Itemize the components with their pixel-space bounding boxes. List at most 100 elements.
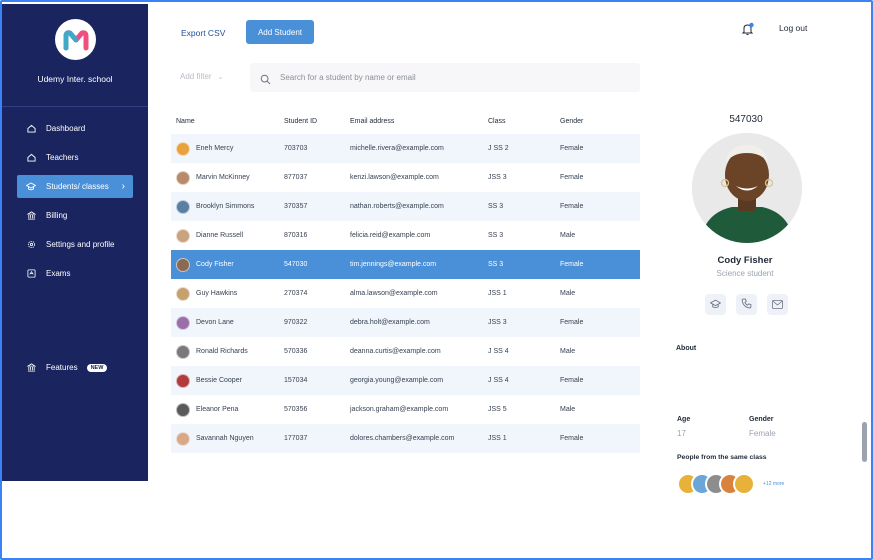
student-email-cell: felicia.reid@example.com: [350, 232, 431, 239]
student-class-cell: J SS 4: [488, 377, 509, 384]
student-id-cell: 177037: [284, 435, 308, 442]
sidebar-item-label: Billing: [46, 211, 68, 220]
student-name: Marvin McKinney: [196, 174, 250, 181]
avatar: [176, 141, 190, 156]
student-name-cell: Dianne Russell: [171, 228, 284, 243]
student-name: Devon Lane: [196, 319, 234, 326]
phone-icon: [741, 296, 752, 314]
profile-call-button[interactable]: [736, 294, 757, 315]
student-class-cell: JSS 5: [488, 406, 507, 413]
student-email-cell: nathan.roberts@example.com: [350, 203, 444, 210]
student-id-cell: 870316: [284, 232, 308, 239]
logout-button[interactable]: Log out: [779, 23, 807, 33]
student-gender-cell: Male: [560, 232, 576, 239]
sidebar-divider: [2, 106, 148, 107]
profile-name: Cody Fisher: [717, 255, 773, 266]
bank-icon: [26, 211, 36, 221]
student-email-cell: deanna.curtis@example.com: [350, 348, 441, 355]
sidebar: Udemy Inter. school Dashboard Teachers S…: [2, 4, 148, 481]
home-icon: [26, 124, 36, 134]
search-bar: [250, 63, 640, 92]
table-row[interactable]: Eleanor Pena 570356 jackson.graham@example…: [171, 395, 640, 424]
school-name: Udemy Inter. school: [37, 74, 113, 84]
avatar: [176, 344, 190, 359]
student-gender-cell: Male: [560, 406, 576, 413]
avatar: [176, 257, 190, 272]
student-name-cell: Bessie Cooper: [171, 373, 284, 388]
student-name: Cody Fisher: [196, 261, 234, 268]
profile-email-button[interactable]: [767, 294, 788, 315]
student-name: Eleanor Pena: [196, 406, 239, 413]
sidebar-item-label: Features: [46, 363, 78, 372]
export-csv-button[interactable]: Export CSV: [181, 28, 225, 38]
table-row[interactable]: Bessie Cooper 157034 georgia.young@example…: [171, 366, 640, 395]
table-row[interactable]: Marvin McKinney 877037 kenzi.lawson@exampl…: [171, 163, 640, 192]
school-logo: [55, 19, 96, 60]
student-id-cell: 703703: [284, 145, 308, 152]
column-header-name[interactable]: Name: [171, 118, 284, 125]
classmates-avatar-stack[interactable]: [677, 473, 767, 497]
student-gender-cell: Male: [560, 348, 576, 355]
column-header-student-id[interactable]: Student ID: [284, 118, 350, 125]
column-header-email[interactable]: Email address: [350, 118, 488, 125]
student-gender-cell: Female: [560, 261, 584, 268]
sidebar-item-features[interactable]: Features NEW: [17, 356, 133, 379]
sidebar-item-settings[interactable]: Settings and profile: [17, 233, 133, 256]
student-gender-cell: Female: [560, 319, 584, 326]
student-class-cell: SS 3: [488, 232, 504, 239]
student-email-cell: debra.holt@example.com: [350, 319, 430, 326]
sidebar-item-students-classes[interactable]: Students/ classes ›: [17, 175, 133, 198]
student-name-cell: Devon Lane: [171, 315, 284, 330]
search-input[interactable]: [280, 73, 620, 82]
add-filter-dropdown[interactable]: Add filter ⌄: [180, 72, 223, 81]
student-name-cell: Ronald Richards: [171, 344, 284, 359]
table-header: Name Student ID Email address Class Gend…: [171, 108, 640, 134]
table-row[interactable]: Savannah Nguyen 177037 dolores.chambers@ex…: [171, 424, 640, 453]
sidebar-item-label: Teachers: [46, 153, 79, 162]
table-row[interactable]: Cody Fisher 547030 tim.jennings@example.co…: [171, 250, 640, 279]
logo-icon: [63, 29, 88, 50]
student-email-cell: michelle.rivera@example.com: [350, 145, 444, 152]
student-class-cell: SS 3: [488, 203, 504, 210]
gender-label: Gender: [749, 416, 774, 423]
sidebar-item-dashboard[interactable]: Dashboard: [17, 117, 133, 140]
table-row[interactable]: Guy Hawkins 270374 alma.lawson@example.com…: [171, 279, 640, 308]
student-name-cell: Guy Hawkins: [171, 286, 284, 301]
sidebar-item-exams[interactable]: Exams: [17, 262, 133, 285]
student-id-cell: 157034: [284, 377, 308, 384]
sidebar-item-teachers[interactable]: Teachers: [17, 146, 133, 169]
notification-bell-icon[interactable]: [741, 22, 755, 36]
student-email-cell: tim.jennings@example.com: [350, 261, 437, 268]
student-gender-cell: Female: [560, 203, 584, 210]
table-row[interactable]: Brooklyn Simmons 370357 nathan.roberts@exa…: [171, 192, 640, 221]
student-gender-cell: Female: [560, 145, 584, 152]
student-name: Eneh Mercy: [196, 145, 234, 152]
avatar: [176, 315, 190, 330]
student-class-cell: J SS 2: [488, 145, 509, 152]
profile-class-button[interactable]: [705, 294, 726, 315]
table-row[interactable]: Dianne Russell 870316 felicia.reid@example…: [171, 221, 640, 250]
avatar: [176, 170, 190, 185]
student-id-cell: 547030: [284, 261, 308, 268]
home-icon: [26, 153, 36, 163]
student-name-cell: Eneh Mercy: [171, 141, 284, 156]
sidebar-item-label: Settings and profile: [46, 240, 115, 249]
sidebar-item-billing[interactable]: Billing: [17, 204, 133, 227]
table-row[interactable]: Ronald Richards 570336 deanna.curtis@examp…: [171, 337, 640, 366]
table-row[interactable]: Devon Lane 970322 debra.holt@example.com JS…: [171, 308, 640, 337]
student-gender-cell: Female: [560, 435, 584, 442]
add-student-button[interactable]: Add Student: [246, 20, 314, 44]
student-class-cell: JSS 3: [488, 319, 507, 326]
same-class-label: People from the same class: [677, 454, 767, 461]
search-icon: [260, 72, 271, 85]
filter-label: Add filter: [180, 72, 212, 81]
student-class-cell: JSS 1: [488, 435, 507, 442]
column-header-class[interactable]: Class: [488, 118, 560, 125]
table-row[interactable]: Eneh Mercy 703703 michelle.rivera@example.…: [171, 134, 640, 163]
student-id-cell: 370357: [284, 203, 308, 210]
chevron-down-icon: ⌄: [217, 73, 224, 81]
column-header-gender[interactable]: Gender: [560, 118, 640, 125]
more-classmates-link[interactable]: +12 more: [763, 481, 784, 487]
sidebar-item-label: Students/ classes: [46, 182, 109, 191]
scrollbar-thumb[interactable]: [862, 422, 867, 462]
